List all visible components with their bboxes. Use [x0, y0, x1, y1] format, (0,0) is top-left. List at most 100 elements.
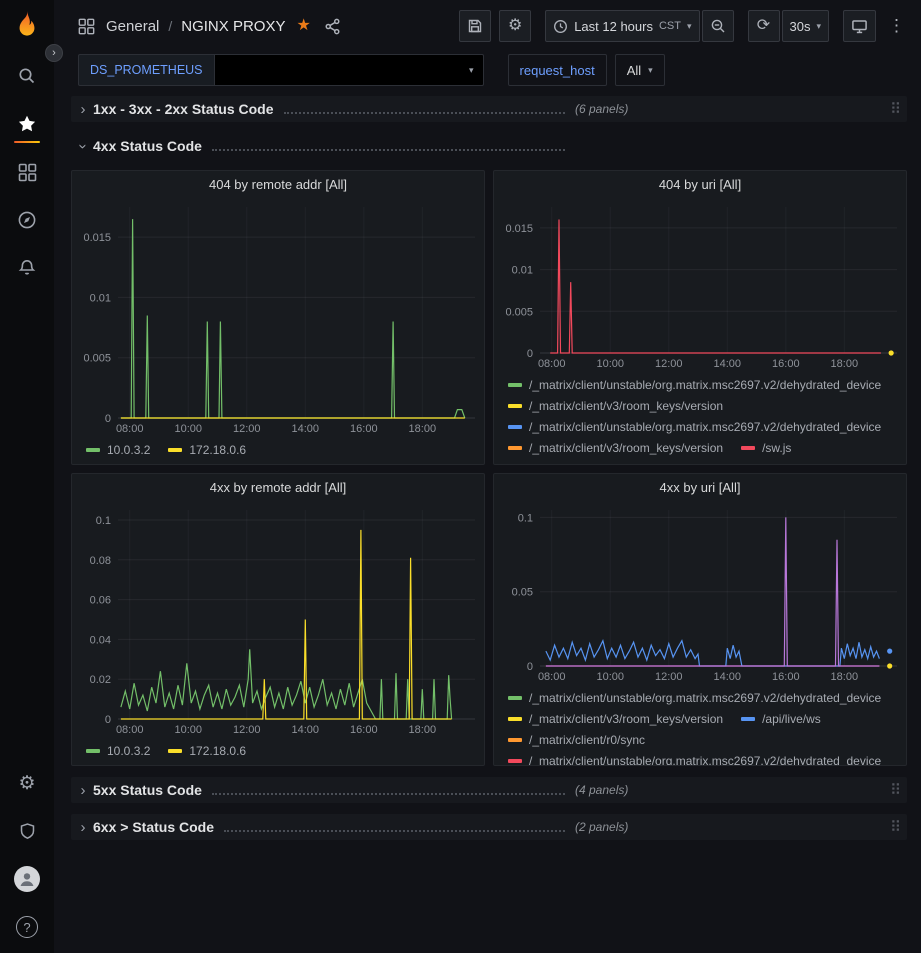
panel-title[interactable]: 4xx by remote addr [All] [72, 474, 484, 500]
svg-text:16:00: 16:00 [772, 671, 800, 683]
svg-text:16:00: 16:00 [350, 724, 378, 736]
refresh-button[interactable]: ⟳ [748, 10, 780, 42]
breadcrumb-section[interactable]: General [106, 18, 159, 35]
row-dotted-leader [284, 112, 565, 114]
legend-item[interactable]: 10.0.3.2 [86, 439, 150, 460]
chart-legend: /_matrix/client/unstable/org.matrix.msc2… [494, 684, 906, 766]
tv-kiosk-button[interactable] [843, 10, 876, 42]
admin-shield-icon[interactable] [0, 807, 54, 855]
request-host-select-value: All [627, 63, 641, 78]
alerting-bell-icon[interactable] [0, 244, 54, 292]
svg-text:16:00: 16:00 [772, 358, 800, 370]
grafana-logo[interactable] [10, 9, 44, 46]
timeseries-chart-404-by-remote-addr[interactable]: 08:0010:0012:0014:0016:0018:0000.0050.01… [72, 197, 484, 436]
svg-text:08:00: 08:00 [116, 724, 144, 736]
svg-text:08:00: 08:00 [538, 671, 566, 683]
zoom-out-button[interactable] [702, 10, 734, 42]
dashboard-row-1xx-3xx-2xx[interactable]: › 1xx - 3xx - 2xx Status Code (6 panels)… [71, 96, 907, 122]
explore-compass-icon[interactable] [0, 196, 54, 244]
legend-item[interactable]: /_matrix/client/unstable/org.matrix.msc2… [508, 687, 881, 708]
chevron-down-icon: ▾ [469, 66, 474, 75]
row-panel-count: (4 panels) [575, 783, 628, 797]
svg-text:14:00: 14:00 [292, 423, 320, 435]
panel-404-by-remote-addr: 404 by remote addr [All] 08:0010:0012:00… [71, 170, 485, 465]
kebab-menu-icon[interactable]: ⋮ [884, 16, 909, 36]
svg-text:0.02: 0.02 [90, 674, 111, 686]
svg-text:0.04: 0.04 [90, 634, 111, 646]
dashboard-row-5xx[interactable]: › 5xx Status Code (4 panels) ⠿ [71, 777, 907, 803]
svg-text:18:00: 18:00 [831, 671, 859, 683]
legend-item[interactable]: 10.0.3.2 [86, 740, 150, 761]
sidebar-expand-button[interactable]: › [45, 44, 63, 62]
timeseries-chart-4xx-by-uri[interactable]: 08:0010:0012:0014:0016:0018:0000.050.1 [494, 500, 906, 684]
search-icon[interactable] [0, 52, 54, 100]
row-title: 1xx - 3xx - 2xx Status Code [93, 101, 274, 117]
request-host-select[interactable]: All ▾ [615, 54, 665, 86]
panel-title[interactable]: 4xx by uri [All] [494, 474, 906, 500]
svg-text:0.015: 0.015 [505, 223, 533, 235]
panel-title[interactable]: 404 by uri [All] [494, 171, 906, 197]
svg-text:0.1: 0.1 [96, 515, 111, 527]
panels-grid: 404 by remote addr [All] 08:0010:0012:00… [71, 170, 907, 766]
panel-title[interactable]: 404 by remote addr [All] [72, 171, 484, 197]
starred-dashboards-icon[interactable] [0, 100, 54, 148]
sidebar: › [0, 0, 54, 953]
row-panel-count: (2 panels) [575, 820, 628, 834]
chevron-down-icon: ▾ [687, 22, 692, 31]
timeseries-chart-404-by-uri[interactable]: 08:0010:0012:0014:0016:0018:0000.0050.01… [494, 197, 906, 371]
breadcrumb: General / NGINX PROXY ★ [76, 16, 343, 37]
datasource-variable-label[interactable]: DS_PROMETHEUS [78, 54, 214, 86]
legend-item[interactable]: /sw.js [741, 437, 791, 458]
row-panel-count: (6 panels) [575, 102, 628, 116]
dashboards-icon[interactable] [0, 148, 54, 196]
breadcrumb-separator: / [168, 18, 172, 34]
timeseries-chart-4xx-by-remote-addr[interactable]: 08:0010:0012:0014:0016:0018:0000.020.040… [72, 500, 484, 737]
dashboard-settings-button[interactable]: ⚙ [499, 10, 531, 42]
share-icon[interactable] [322, 16, 343, 37]
favorite-star-icon[interactable]: ★ [294, 18, 312, 34]
settings-gear-icon[interactable]: ⚙ [0, 759, 54, 807]
dashboard-row-4xx[interactable]: › 4xx Status Code [71, 133, 907, 159]
svg-text:12:00: 12:00 [233, 724, 261, 736]
drag-handle-icon[interactable]: ⠿ [890, 100, 901, 118]
refresh-interval-picker[interactable]: 30s ▾ [782, 10, 830, 42]
dashboard-topbar: General / NGINX PROXY ★ ⚙ [54, 0, 921, 52]
chart-legend: 10.0.3.2 172.18.0.6 [72, 737, 484, 765]
legend-item[interactable]: /_matrix/client/v3/room_keys/version [508, 708, 723, 729]
time-controls: Last 12 hours CST ▾ [545, 10, 733, 42]
chevron-right-icon: › [73, 819, 93, 836]
datasource-select[interactable]: ▾ [214, 54, 484, 86]
svg-text:0.005: 0.005 [505, 306, 533, 318]
legend-item[interactable]: /api/live/ws [741, 708, 821, 729]
user-avatar[interactable] [0, 855, 54, 903]
apps-grid-icon[interactable] [76, 16, 97, 37]
legend-item[interactable]: /_matrix/client/v3/room_keys/version [508, 395, 723, 416]
refresh-controls: ⟳ 30s ▾ [748, 10, 830, 42]
svg-text:14:00: 14:00 [714, 358, 742, 370]
svg-text:0: 0 [105, 714, 111, 726]
legend-item[interactable]: /_matrix/client/unstable/org.matrix.msc2… [508, 750, 881, 766]
legend-item[interactable]: /_matrix/client/v3/room_keys/version [508, 437, 723, 458]
drag-handle-icon[interactable]: ⠿ [890, 818, 901, 836]
legend-item[interactable]: /_matrix/client/r0/sync [508, 729, 645, 750]
svg-text:0.015: 0.015 [83, 232, 111, 244]
save-dashboard-button[interactable] [459, 10, 491, 42]
svg-text:0.01: 0.01 [512, 265, 533, 277]
legend-item[interactable]: /_matrix/client/unstable/org.matrix.msc2… [508, 374, 881, 395]
dashboard-title[interactable]: NGINX PROXY [181, 18, 285, 35]
help-icon[interactable]: ? [0, 903, 54, 951]
chart-legend: /_matrix/client/unstable/org.matrix.msc2… [494, 371, 906, 462]
row-title: 4xx Status Code [93, 138, 202, 154]
time-range-label: Last 12 hours [574, 19, 653, 34]
legend-item[interactable]: /_matrix/client/unstable/org.matrix.msc2… [508, 416, 881, 437]
dashboard-row-6xx[interactable]: › 6xx > Status Code (2 panels) ⠿ [71, 814, 907, 840]
row-dotted-leader [212, 793, 565, 795]
time-range-picker[interactable]: Last 12 hours CST ▾ [545, 10, 699, 42]
svg-text:08:00: 08:00 [538, 358, 566, 370]
legend-item[interactable]: 172.18.0.6 [168, 439, 246, 460]
drag-handle-icon[interactable]: ⠿ [890, 781, 901, 799]
svg-text:0.08: 0.08 [90, 555, 111, 567]
timezone-label: CST [659, 20, 681, 32]
request-host-variable-label[interactable]: request_host [508, 54, 607, 86]
legend-item[interactable]: 172.18.0.6 [168, 740, 246, 761]
